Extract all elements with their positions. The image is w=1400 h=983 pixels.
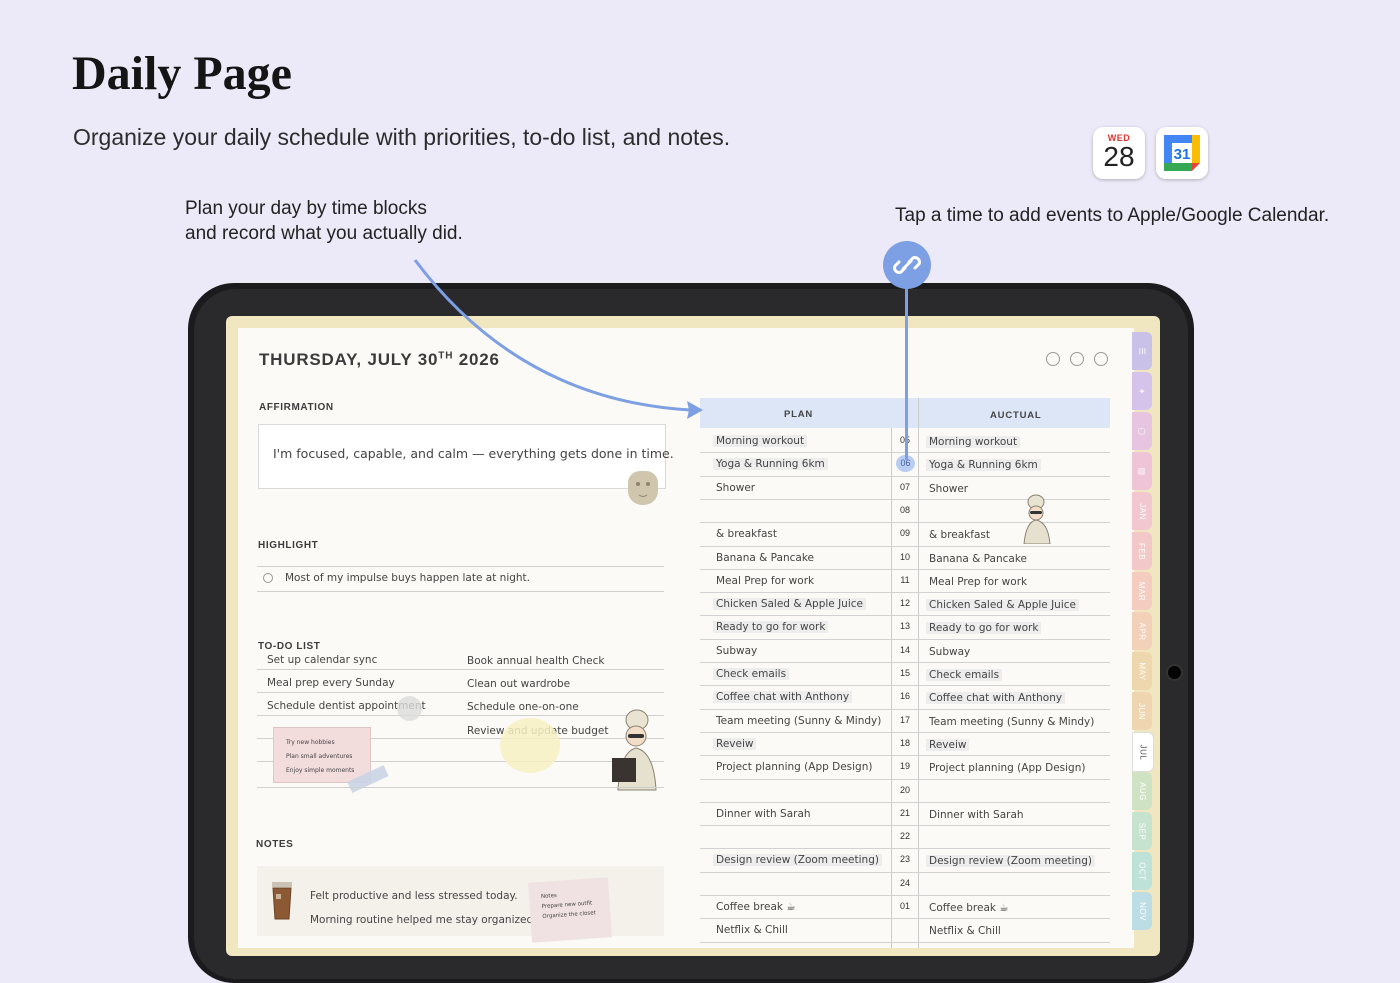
- callout-arrow: [413, 259, 703, 419]
- divider: [700, 942, 1110, 943]
